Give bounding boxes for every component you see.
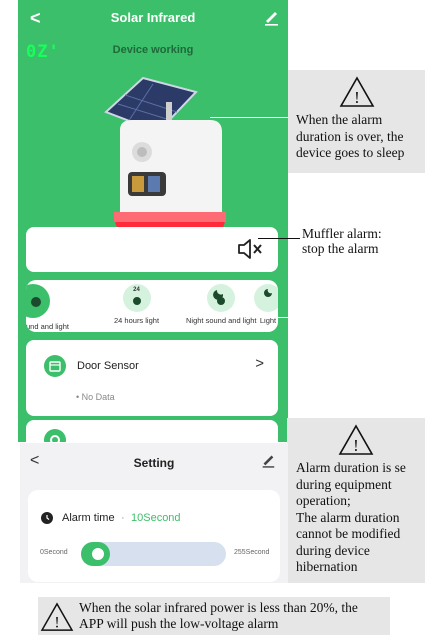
callout-text: during equipment <box>296 476 392 492</box>
page-title: Setting <box>133 456 175 470</box>
alarm-time-label: Alarm time <box>62 512 115 524</box>
sleep-callout: ! When the alarm duration is over, the d… <box>288 70 425 173</box>
device-screen: < Solar Infrared 0Z' Device working und … <box>18 0 288 442</box>
muffler-callout: Muffler alarm: stop the alarm <box>302 226 382 256</box>
svg-text:!: ! <box>353 436 359 455</box>
moon-sun-icon <box>207 284 236 312</box>
warning-icon: ! <box>338 424 374 455</box>
door-sensor-card[interactable]: Door Sensor > • No Data <box>26 340 278 416</box>
selected-mode-indicator[interactable] <box>26 284 50 318</box>
device-status: Device working <box>112 44 194 56</box>
callout-text: duration is over, the <box>296 128 404 144</box>
callout-line <box>210 117 288 118</box>
alarm-time-card: Alarm time · 10Second 0Second 255Second <box>28 490 280 582</box>
callout-line <box>262 317 288 318</box>
mode-light[interactable]: Light <box>254 284 278 325</box>
mode-night-sound-and-light[interactable]: Night sound and light <box>186 284 256 325</box>
edit-icon[interactable] <box>262 8 280 26</box>
sun-icon: 24 <box>122 284 151 312</box>
sound-light-icon <box>31 297 41 307</box>
mute-icon[interactable] <box>236 237 264 261</box>
note-text: When the solar infrared power is less th… <box>79 600 358 615</box>
mode-sound-and-light[interactable]: und and light <box>26 318 69 331</box>
door-sensor-icon <box>44 355 66 377</box>
warning-icon: ! <box>40 602 74 631</box>
sensor-data-status: • No Data <box>76 392 115 402</box>
slider-max-label: 255Second <box>234 549 270 556</box>
mode-label: und and light <box>26 322 69 331</box>
svg-text:!: ! <box>354 88 360 107</box>
clock-icon <box>41 512 53 524</box>
solar-infrared-device-image <box>104 76 226 250</box>
mode-label: 24 hours light <box>114 316 160 325</box>
svg-text:!: ! <box>54 614 59 631</box>
callout-text: Muffler alarm: <box>302 226 382 241</box>
page-title: Solar Infrared <box>110 10 196 25</box>
warning-icon: ! <box>339 76 374 107</box>
callout-text: hibernation <box>296 559 358 574</box>
light-icon <box>254 284 278 312</box>
separator: · <box>121 512 125 524</box>
callout-text: during device <box>296 542 370 558</box>
low-voltage-note: ! When the solar infrared power is less … <box>38 597 390 635</box>
callout-text: Alarm duration is se <box>296 460 406 475</box>
note-text: APP will push the low-voltage alarm <box>79 615 279 631</box>
settings-card[interactable] <box>26 420 278 442</box>
alarm-time-value: 10Second <box>131 512 181 524</box>
mode-label: Night sound and light <box>186 316 257 325</box>
edit-icon[interactable] <box>260 452 276 468</box>
mode-24-hours-light[interactable]: 24 24 hours light <box>114 284 159 325</box>
mute-alarm-card <box>26 227 278 272</box>
light-mode-selector: und and light 24 24 hours light Night so… <box>26 280 278 332</box>
chevron-right-icon[interactable]: > <box>255 355 264 372</box>
slider-min-label: 0Second <box>40 549 68 556</box>
callout-text: device goes to sleep <box>296 145 405 160</box>
alarm-duration-callout: ! Alarm duration is se during equipment … <box>287 418 425 583</box>
callout-text: stop the alarm <box>302 241 379 256</box>
gear-icon <box>44 429 66 442</box>
callout-text: The alarm duration <box>296 509 400 525</box>
callout-text: When the alarm <box>296 112 383 127</box>
callout-text: operation; <box>296 493 351 508</box>
callout-text: cannot be modified <box>296 526 401 541</box>
callout-line <box>258 238 300 239</box>
sensor-name: Door Sensor <box>77 360 139 372</box>
setting-screen: < Setting Alarm time · 10Second 0Second … <box>20 443 288 583</box>
slider-thumb[interactable] <box>89 545 107 563</box>
